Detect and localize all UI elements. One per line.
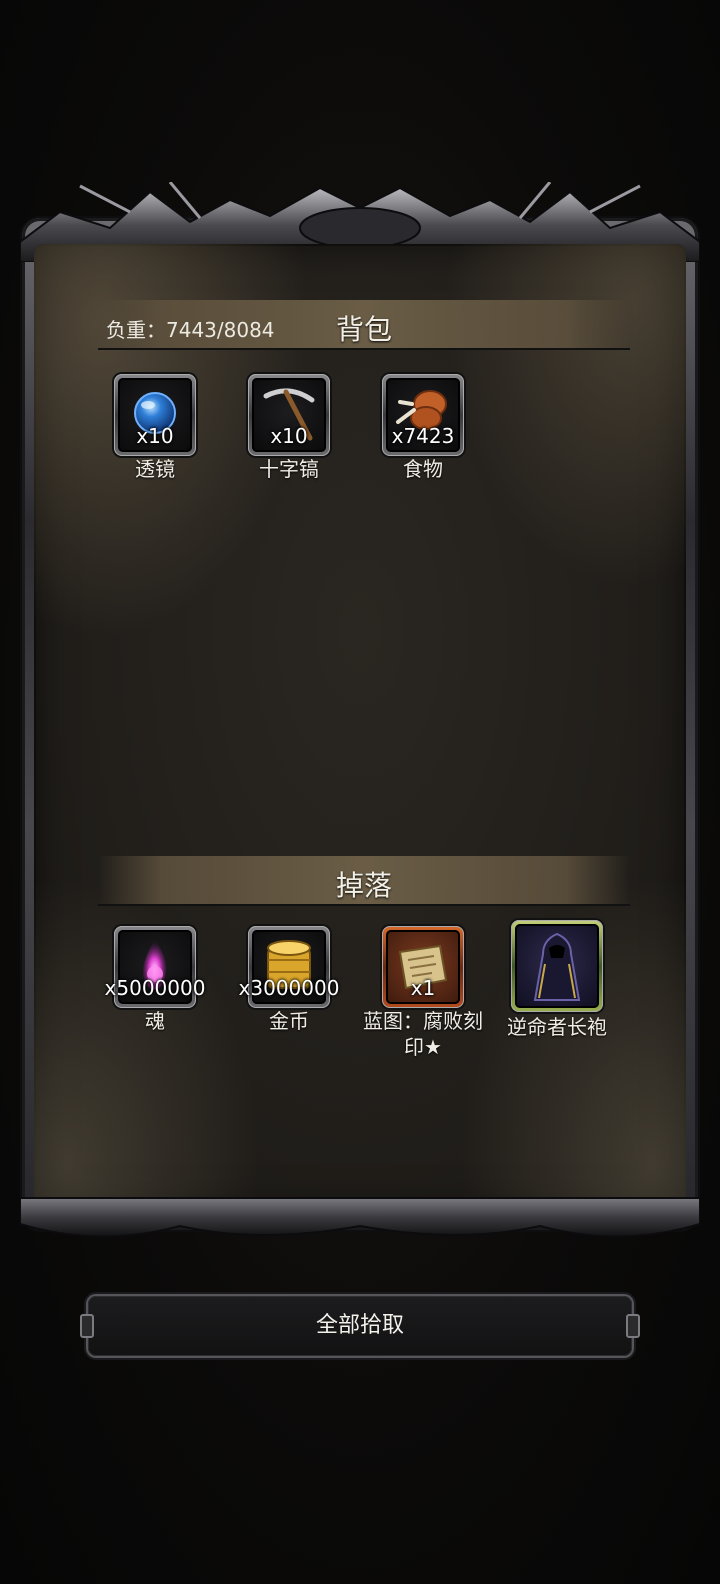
item-count: x5000000: [104, 976, 206, 1000]
item-slot[interactable]: x7423: [382, 374, 464, 456]
item-count: x10: [136, 424, 174, 448]
inventory-item-pickaxe[interactable]: x10 十字镐: [224, 374, 354, 482]
loot-panel: 负重：7443/8084 背包 x10 透镜 x10 十字镐 x7423 食物 …: [19, 181, 701, 1250]
pickup-all-button[interactable]: 全部拾取: [80, 1296, 640, 1356]
ornate-bottom-crest: [19, 1188, 701, 1248]
inventory-title: 背包: [335, 313, 392, 346]
item-name: 逆命者长袍: [507, 1015, 607, 1039]
item-count: x3000000: [238, 976, 340, 1000]
item-name: 十字镐: [259, 457, 319, 481]
inventory-header: 负重：7443/8084 背包: [98, 300, 630, 350]
item-name: 食物: [403, 457, 443, 481]
item-count: x7423: [391, 424, 455, 448]
drop-item-robe[interactable]: 逆命者长袍: [492, 920, 622, 1040]
drop-item-blueprint[interactable]: x1 蓝图：腐败刻印★: [358, 926, 488, 1060]
item-slot-rare[interactable]: x1: [382, 926, 464, 1008]
inventory-item-food[interactable]: x7423 食物: [358, 374, 488, 482]
item-name: 金币: [269, 1009, 309, 1033]
item-count: x1: [410, 976, 436, 1000]
item-slot[interactable]: x3000000: [239, 926, 339, 1008]
drops-header: 掉落: [98, 856, 630, 906]
drop-item-gold[interactable]: x3000000 金币: [224, 926, 354, 1034]
item-name: 蓝图：腐败刻印★: [363, 1009, 483, 1059]
item-name: 透镜: [135, 457, 175, 481]
item-count: x10: [270, 424, 308, 448]
drops-title: 掉落: [335, 869, 392, 902]
dark-robe-icon: [533, 932, 581, 1001]
button-left-cap: [80, 1314, 94, 1338]
panel-content-area: 负重：7443/8084 背包 x10 透镜 x10 十字镐 x7423 食物 …: [34, 244, 686, 1212]
item-name: 魂: [145, 1009, 165, 1033]
item-slot[interactable]: x10: [248, 374, 330, 456]
item-slot-epic[interactable]: [511, 920, 603, 1012]
item-slot[interactable]: x10: [114, 374, 196, 456]
pickup-all-label: 全部拾取: [315, 1313, 404, 1338]
drop-item-soul[interactable]: x5000000 魂: [90, 926, 220, 1034]
item-slot[interactable]: x5000000: [105, 926, 205, 1008]
button-right-cap: [626, 1314, 640, 1338]
inventory-item-lens[interactable]: x10 透镜: [90, 374, 220, 482]
